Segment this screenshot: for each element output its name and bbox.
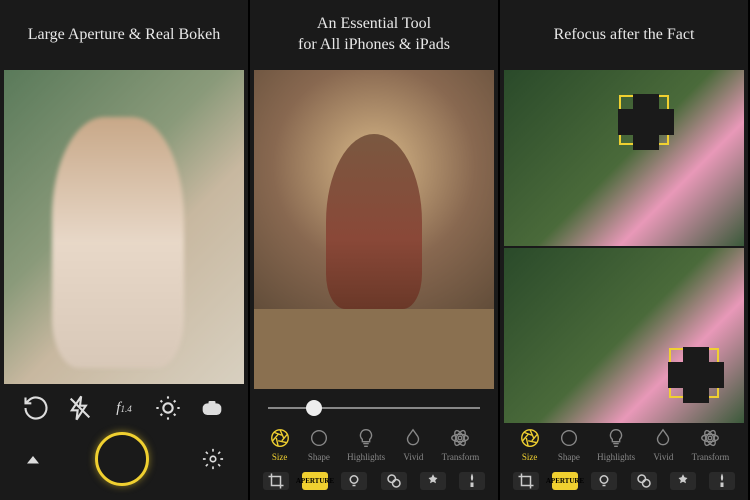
atom-icon bbox=[449, 427, 471, 449]
panel-heading: Refocus after the Fact bbox=[500, 0, 748, 70]
slider-track bbox=[268, 407, 480, 409]
mode-size[interactable]: Size bbox=[519, 427, 541, 462]
panel-aperture: Large Aperture & Real Bokeh f1.4 bbox=[0, 0, 248, 500]
aperture-value[interactable]: f1.4 bbox=[110, 394, 138, 422]
mode-label: Highlights bbox=[347, 452, 385, 462]
circle-icon bbox=[558, 427, 580, 449]
filter-tool[interactable] bbox=[381, 472, 407, 490]
f-value: 1.4 bbox=[120, 404, 131, 414]
photo-after[interactable] bbox=[504, 248, 744, 424]
gear-icon[interactable] bbox=[202, 448, 224, 470]
panel-heading: Large Aperture & Real Bokeh bbox=[0, 0, 248, 70]
circle-icon bbox=[308, 427, 330, 449]
panel-essential: An Essential Tool for All iPhones & iPad… bbox=[250, 0, 498, 500]
mode-size[interactable]: Size bbox=[269, 427, 291, 462]
mode-highlights[interactable]: Highlights bbox=[347, 427, 385, 462]
collapse-icon[interactable] bbox=[24, 450, 42, 468]
aperture-tool[interactable]: APERTURE bbox=[302, 472, 328, 490]
camera-controls-row: f1.4 bbox=[0, 384, 248, 428]
aperture-slider[interactable] bbox=[250, 389, 498, 423]
photo-preview[interactable] bbox=[4, 70, 244, 384]
crop-tool[interactable] bbox=[263, 472, 289, 490]
panel-heading: An Essential Tool for All iPhones & iPad… bbox=[250, 0, 498, 70]
drop-icon bbox=[402, 427, 424, 449]
mode-selector: Size Shape Highlights Vivid Transform bbox=[500, 423, 748, 466]
mode-selector: Size Shape Highlights Vivid Transform bbox=[250, 423, 498, 466]
mode-vivid[interactable]: Vivid bbox=[402, 427, 424, 462]
drop-icon bbox=[652, 427, 674, 449]
slider-thumb[interactable] bbox=[306, 400, 322, 416]
tool-strip: APERTURE bbox=[250, 466, 498, 500]
mode-transform[interactable]: Transform bbox=[442, 427, 480, 462]
mode-highlights[interactable]: Highlights bbox=[597, 427, 635, 462]
flash-icon[interactable] bbox=[66, 394, 94, 422]
aperture-blades-icon bbox=[519, 427, 541, 449]
exposure-icon[interactable] bbox=[154, 394, 182, 422]
brush-tool[interactable] bbox=[459, 472, 485, 490]
atom-icon bbox=[699, 427, 721, 449]
aperture-blades-icon bbox=[269, 427, 291, 449]
brush-tool[interactable] bbox=[709, 472, 735, 490]
bulb-icon bbox=[605, 427, 627, 449]
focus-bracket-icon[interactable] bbox=[619, 95, 669, 145]
mode-vivid[interactable]: Vivid bbox=[652, 427, 674, 462]
mode-label: Shape bbox=[558, 452, 580, 462]
photo-preview-split bbox=[504, 70, 744, 423]
focus-bracket-icon[interactable] bbox=[669, 348, 719, 398]
wb-icon[interactable] bbox=[198, 394, 226, 422]
adjust-tool[interactable] bbox=[420, 472, 446, 490]
mode-label: Transform bbox=[442, 452, 480, 462]
mode-label: Vivid bbox=[653, 452, 673, 462]
mode-label: Size bbox=[522, 452, 538, 462]
bulb-tool[interactable] bbox=[341, 472, 367, 490]
mode-label: Shape bbox=[308, 452, 330, 462]
bulb-icon bbox=[355, 427, 377, 449]
adjust-tool[interactable] bbox=[670, 472, 696, 490]
photo-preview[interactable] bbox=[254, 70, 494, 389]
rotate-icon[interactable] bbox=[22, 394, 50, 422]
mode-label: Transform bbox=[692, 452, 730, 462]
mode-transform[interactable]: Transform bbox=[692, 427, 730, 462]
crop-tool[interactable] bbox=[513, 472, 539, 490]
mode-label: Highlights bbox=[597, 452, 635, 462]
shutter-button[interactable] bbox=[95, 432, 149, 486]
mode-shape[interactable]: Shape bbox=[308, 427, 330, 462]
bulb-tool[interactable] bbox=[591, 472, 617, 490]
panel-refocus: Refocus after the Fact Size Shape Highli… bbox=[500, 0, 748, 500]
shutter-row bbox=[0, 428, 248, 500]
aperture-tool[interactable]: APERTURE bbox=[552, 472, 578, 490]
photo-before[interactable] bbox=[504, 70, 744, 246]
mode-shape[interactable]: Shape bbox=[558, 427, 580, 462]
mode-label: Vivid bbox=[403, 452, 423, 462]
filter-tool[interactable] bbox=[631, 472, 657, 490]
mode-label: Size bbox=[272, 452, 288, 462]
tool-strip: APERTURE bbox=[500, 466, 748, 500]
